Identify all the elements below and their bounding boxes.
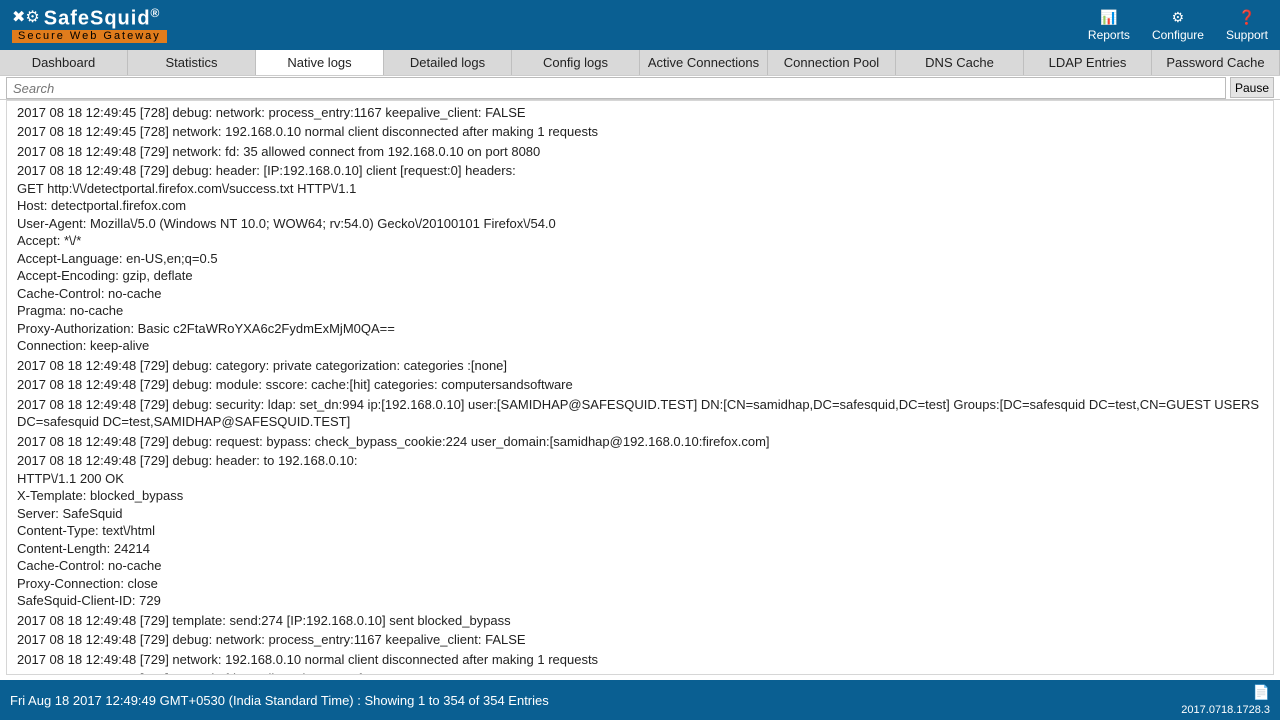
status-bar: Fri Aug 18 2017 12:49:49 GMT+0530 (India…: [0, 680, 1280, 720]
logo-text: SafeSquid®: [44, 7, 161, 29]
tab-ldap-entries[interactable]: LDAP Entries: [1024, 50, 1152, 75]
tab-native-logs[interactable]: Native logs: [256, 50, 384, 75]
log-row: 2017 08 18 12:49:45 [728] debug: network…: [17, 103, 1267, 123]
configure-button[interactable]: ⚙ Configure: [1152, 9, 1204, 42]
tab-dns-cache[interactable]: DNS Cache: [896, 50, 1024, 75]
status-text: Fri Aug 18 2017 12:49:49 GMT+0530 (India…: [10, 693, 549, 708]
log-panel: 2017 08 18 12:49:45 [728] debug: network…: [6, 100, 1274, 675]
log-row: 2017 08 18 12:49:48 [729] debug: header:…: [17, 162, 1267, 357]
log-row: 2017 08 18 12:49:45 [728] network: 192.1…: [17, 123, 1267, 143]
log-row: 2017 08 18 12:49:51 [730] network: fd: 3…: [17, 670, 1267, 675]
log-row: 2017 08 18 12:49:48 [729] template: send…: [17, 611, 1267, 631]
logo-subtitle: Secure Web Gateway: [12, 30, 167, 43]
log-area[interactable]: 2017 08 18 12:49:45 [728] debug: network…: [7, 101, 1273, 674]
configure-icon: ⚙: [1172, 9, 1185, 26]
log-row: 2017 08 18 12:49:48 [729] debug: request…: [17, 432, 1267, 452]
tab-statistics[interactable]: Statistics: [128, 50, 256, 75]
log-row: 2017 08 18 12:49:48 [729] debug: network…: [17, 631, 1267, 651]
log-row: 2017 08 18 12:49:48 [729] debug: module:…: [17, 376, 1267, 396]
log-row: 2017 08 18 12:49:48 [729] network: 192.1…: [17, 650, 1267, 670]
log-row: 2017 08 18 12:49:48 [729] debug: securit…: [17, 395, 1267, 432]
top-actions: 📊 Reports ⚙ Configure ❓ Support: [1088, 9, 1268, 42]
pause-button[interactable]: Pause: [1230, 77, 1274, 98]
tab-bar: DashboardStatisticsNative logsDetailed l…: [0, 50, 1280, 76]
version-text: 2017.0718.1728.3: [1181, 704, 1270, 716]
copy-icon[interactable]: 📄: [1253, 684, 1270, 701]
reports-label: Reports: [1088, 28, 1130, 42]
tab-connection-pool[interactable]: Connection Pool: [768, 50, 896, 75]
log-row: 2017 08 18 12:49:48 [729] network: fd: 3…: [17, 142, 1267, 162]
tab-detailed-logs[interactable]: Detailed logs: [384, 50, 512, 75]
logo-main: SafeSquid: [44, 7, 151, 29]
tab-dashboard[interactable]: Dashboard: [0, 50, 128, 75]
reports-icon: 📊: [1100, 9, 1117, 26]
tab-config-logs[interactable]: Config logs: [512, 50, 640, 75]
reports-button[interactable]: 📊 Reports: [1088, 9, 1130, 42]
app-header: ✖⚙ SafeSquid® Secure Web Gateway 📊 Repor…: [0, 0, 1280, 50]
configure-label: Configure: [1152, 28, 1204, 42]
log-row: 2017 08 18 12:49:48 [729] debug: header:…: [17, 452, 1267, 612]
support-button[interactable]: ❓ Support: [1226, 9, 1268, 42]
tab-active-connections[interactable]: Active Connections: [640, 50, 768, 75]
support-icon: ❓: [1238, 9, 1255, 26]
support-label: Support: [1226, 28, 1268, 42]
search-input[interactable]: [6, 77, 1226, 99]
tab-password-cache[interactable]: Password Cache: [1152, 50, 1280, 75]
logo-icon: ✖⚙: [12, 10, 40, 26]
logo-reg: ®: [151, 6, 161, 20]
search-row: Pause: [0, 76, 1280, 100]
logo: ✖⚙ SafeSquid® Secure Web Gateway: [12, 7, 167, 44]
log-row: 2017 08 18 12:49:48 [729] debug: categor…: [17, 356, 1267, 376]
